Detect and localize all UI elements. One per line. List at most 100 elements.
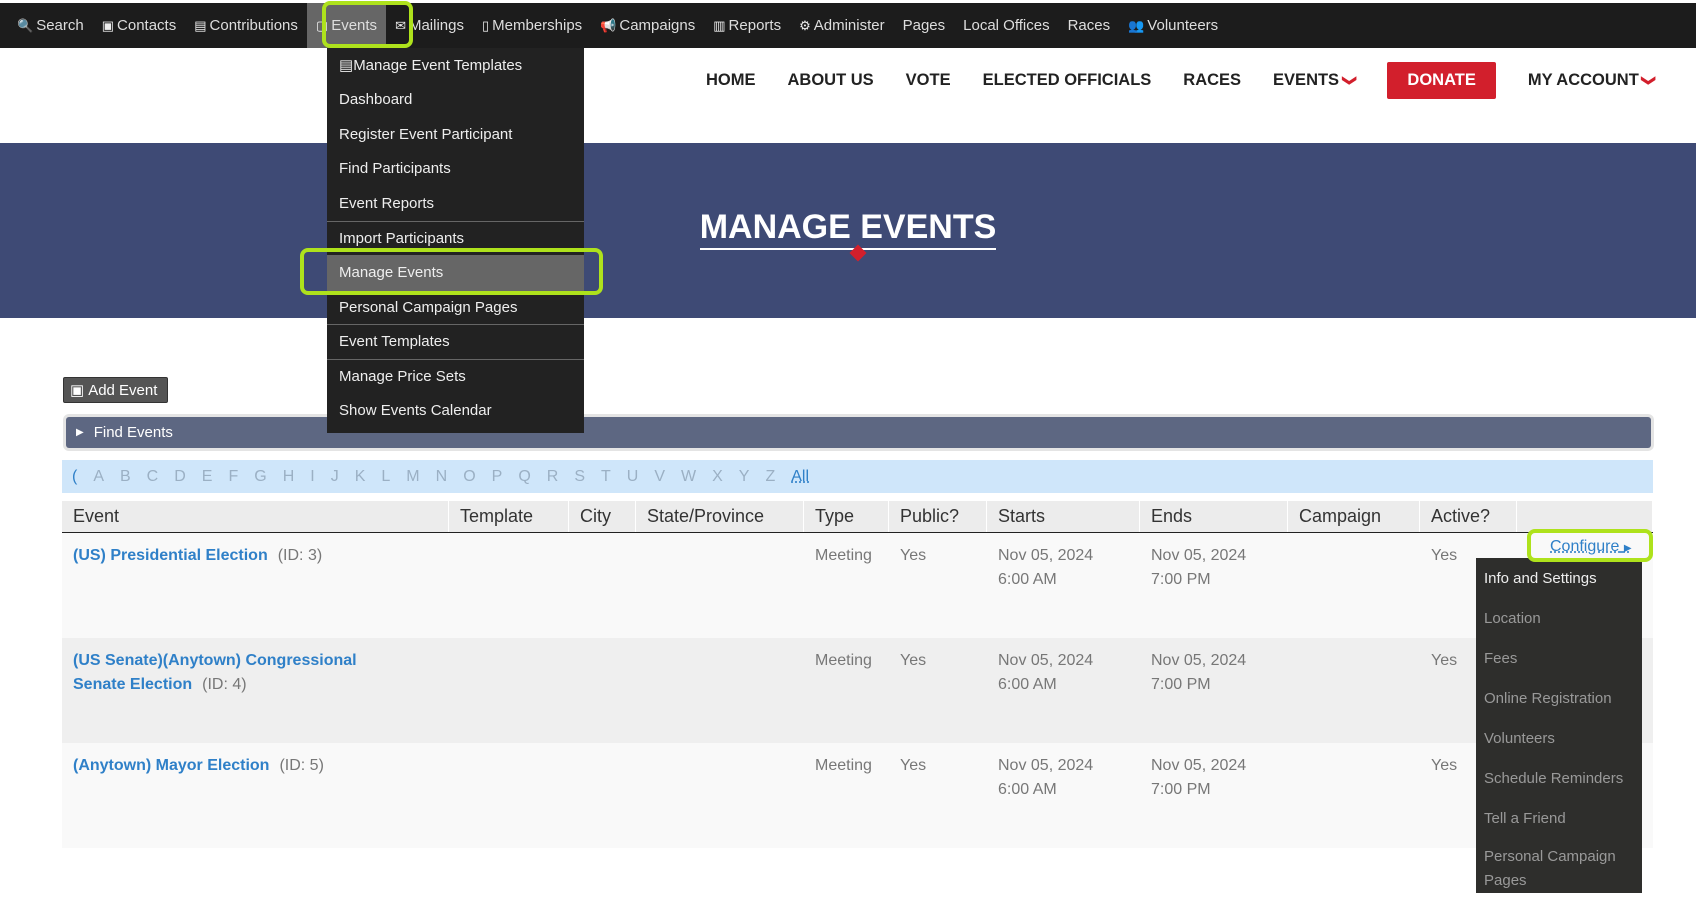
configure-menu-item[interactable]: Schedule Reminders — [1476, 758, 1642, 798]
alpha-filter-q[interactable]: Q — [518, 468, 530, 486]
column-header[interactable]: City — [569, 501, 636, 532]
events-dropdown-menu: ▤ Manage Event Templates Dashboard Registe… — [327, 48, 584, 433]
alpha-filter-h[interactable]: H — [283, 468, 295, 486]
starts-cell-starts_time: 6:00 AM — [998, 781, 1057, 798]
nav-my-account[interactable]: MY ACCOUNT ❯ — [1512, 71, 1671, 90]
alpha-filter-f[interactable]: F — [228, 468, 238, 486]
events-menu-item[interactable]: Event Templates — [327, 324, 584, 359]
topmenu-campaigns[interactable]: 📢 Campaigns — [591, 3, 704, 48]
column-header[interactable]: Event — [62, 501, 449, 532]
topmenu-local-offices[interactable]: Local Offices — [954, 3, 1058, 48]
column-header[interactable]: Type — [804, 501, 889, 532]
topmenu-pages[interactable]: Pages — [894, 3, 955, 48]
topmenu-label: Campaigns — [619, 17, 696, 34]
events-menu-item[interactable]: Event Reports — [327, 186, 584, 221]
events-menu-item[interactable]: Register Event Participant — [327, 117, 584, 152]
events-menu-item[interactable]: Show Events Calendar — [327, 393, 584, 428]
alpha-filter-all[interactable]: All — [791, 468, 809, 486]
alpha-filter-k[interactable]: K — [355, 468, 366, 486]
alpha-filter-g[interactable]: G — [254, 468, 266, 486]
alpha-filter-c[interactable]: C — [147, 468, 159, 486]
configure-menu-item[interactable]: Location — [1476, 598, 1642, 638]
event-name-link[interactable]: (US) Presidential Election — [73, 547, 268, 564]
topmenu-volunteers[interactable]: 👥 Volunteers — [1119, 3, 1227, 48]
topmenu-label: Mailings — [408, 17, 464, 34]
nav-elected-officials[interactable]: ELECTED OFFICIALS — [967, 71, 1168, 90]
calendar-plus-icon: ▣ — [70, 382, 85, 399]
configure-menu-item[interactable]: Info and Settings — [1476, 558, 1642, 598]
alpha-filter-u[interactable]: U — [627, 468, 639, 486]
alpha-filter-o[interactable]: O — [463, 468, 475, 486]
alpha-filter-i[interactable]: I — [310, 468, 314, 486]
events-menu-item[interactable]: Dashboard — [327, 83, 584, 118]
topmenu-memberships[interactable]: ▯ Memberships — [473, 3, 591, 48]
topmenu-reports[interactable]: ▥ Reports — [704, 3, 790, 48]
active-cell: Yes — [1431, 649, 1457, 673]
column-header[interactable]: State/Province — [636, 501, 804, 532]
events-menu-item[interactable]: Find Participants — [327, 152, 584, 187]
topmenu-label: Local Offices — [963, 17, 1050, 34]
column-header[interactable]: Campaign — [1288, 501, 1420, 532]
alpha-filter-y[interactable]: Y — [739, 468, 750, 486]
type-cell: Meeting — [815, 544, 872, 568]
column-header[interactable] — [1517, 501, 1653, 532]
events-menu-item[interactable]: Manage Price Sets — [327, 358, 584, 394]
event-id: (ID: 4) — [202, 676, 247, 693]
alpha-filter-b[interactable]: B — [120, 468, 131, 486]
configure-menu-item[interactable]: Personal Campaign Pages — [1476, 838, 1642, 900]
configure-menu-item[interactable]: Fees — [1476, 638, 1642, 678]
page-title-text: MANAGE EVENTS — [699, 208, 997, 250]
column-header[interactable]: Template — [449, 501, 569, 532]
alpha-filter-j[interactable]: J — [331, 468, 339, 486]
alpha-filter-p[interactable]: P — [492, 468, 503, 486]
top-menu-bar: 🔍 Search ▣ Contacts ▤ Contributions ▢ Events ✉ Ma… — [0, 0, 1696, 48]
public-cell: Yes — [900, 754, 926, 778]
nav-about[interactable]: ABOUT US — [772, 71, 890, 90]
id-badge-icon: ▯ — [482, 17, 490, 33]
alpha-filter-e[interactable]: E — [202, 468, 213, 486]
nav-home[interactable]: HOME — [690, 71, 772, 90]
alpha-filter-w[interactable]: W — [681, 468, 696, 486]
alpha-filter-a[interactable]: A — [93, 468, 104, 486]
alpha-filter-([interactable]: ( — [72, 468, 77, 486]
nav-events[interactable]: EVENTS ❯ — [1257, 71, 1371, 90]
find-events-accordion[interactable]: ▶ Find Events — [66, 417, 1651, 448]
column-header[interactable]: Active? — [1420, 501, 1517, 532]
topmenu-races[interactable]: Races — [1059, 3, 1120, 48]
alpha-filter-l[interactable]: L — [381, 468, 390, 486]
nav-races[interactable]: RACES — [1167, 71, 1257, 90]
find-events-label: Find Events — [93, 424, 173, 441]
alpha-filter-n[interactable]: N — [436, 468, 448, 486]
configure-menu-item[interactable]: Tell a Friend — [1476, 798, 1642, 838]
alpha-filter-s[interactable]: S — [574, 468, 585, 486]
site-nav: HOME ABOUT US VOTE ELECTED OFFICIALS RAC… — [690, 60, 1671, 100]
add-event-button[interactable]: ▣ Add Event — [63, 377, 168, 403]
alpha-filter-m[interactable]: M — [406, 468, 419, 486]
alpha-filter-t[interactable]: T — [601, 468, 611, 486]
event-name-link[interactable]: (Anytown) Mayor Election — [73, 757, 269, 774]
alphabet-filter: ( A B C D E F G H I J K L M N O P Q R S T U V W X Y Z All — [62, 460, 1653, 493]
highlight-manage-events — [300, 248, 603, 295]
donate-button[interactable]: DONATE — [1387, 61, 1496, 99]
alpha-filter-d[interactable]: D — [174, 468, 186, 486]
alpha-filter-v[interactable]: V — [654, 468, 665, 486]
topmenu-label: Races — [1067, 17, 1111, 34]
nav-vote[interactable]: VOTE — [890, 71, 967, 90]
alpha-filter-z[interactable]: Z — [765, 468, 775, 486]
table-row: (US Senate)(Anytown) Congressional Senat… — [62, 638, 1653, 743]
column-header[interactable]: Starts — [987, 501, 1140, 532]
topmenu-administer[interactable]: ⚙ Administer — [790, 3, 894, 48]
configure-menu-item[interactable]: Online Registration — [1476, 678, 1642, 718]
alpha-filter-x[interactable]: X — [712, 468, 723, 486]
topmenu-contacts[interactable]: ▣ Contacts — [93, 3, 186, 48]
column-header[interactable]: Ends — [1140, 501, 1288, 532]
type-cell-type: Meeting — [815, 652, 872, 669]
contact-card-icon: ▣ — [101, 17, 115, 33]
topmenu-search[interactable]: 🔍 Search — [8, 3, 93, 48]
column-header[interactable]: Public? — [889, 501, 987, 532]
topmenu-contributions[interactable]: ▤ Contributions — [185, 3, 307, 48]
configure-menu-item[interactable]: Volunteers — [1476, 718, 1642, 758]
alpha-filter-r[interactable]: R — [547, 468, 559, 486]
events-menu-item[interactable]: ▤ Manage Event Templates — [327, 48, 584, 83]
active-cell-active: Yes — [1431, 652, 1458, 669]
